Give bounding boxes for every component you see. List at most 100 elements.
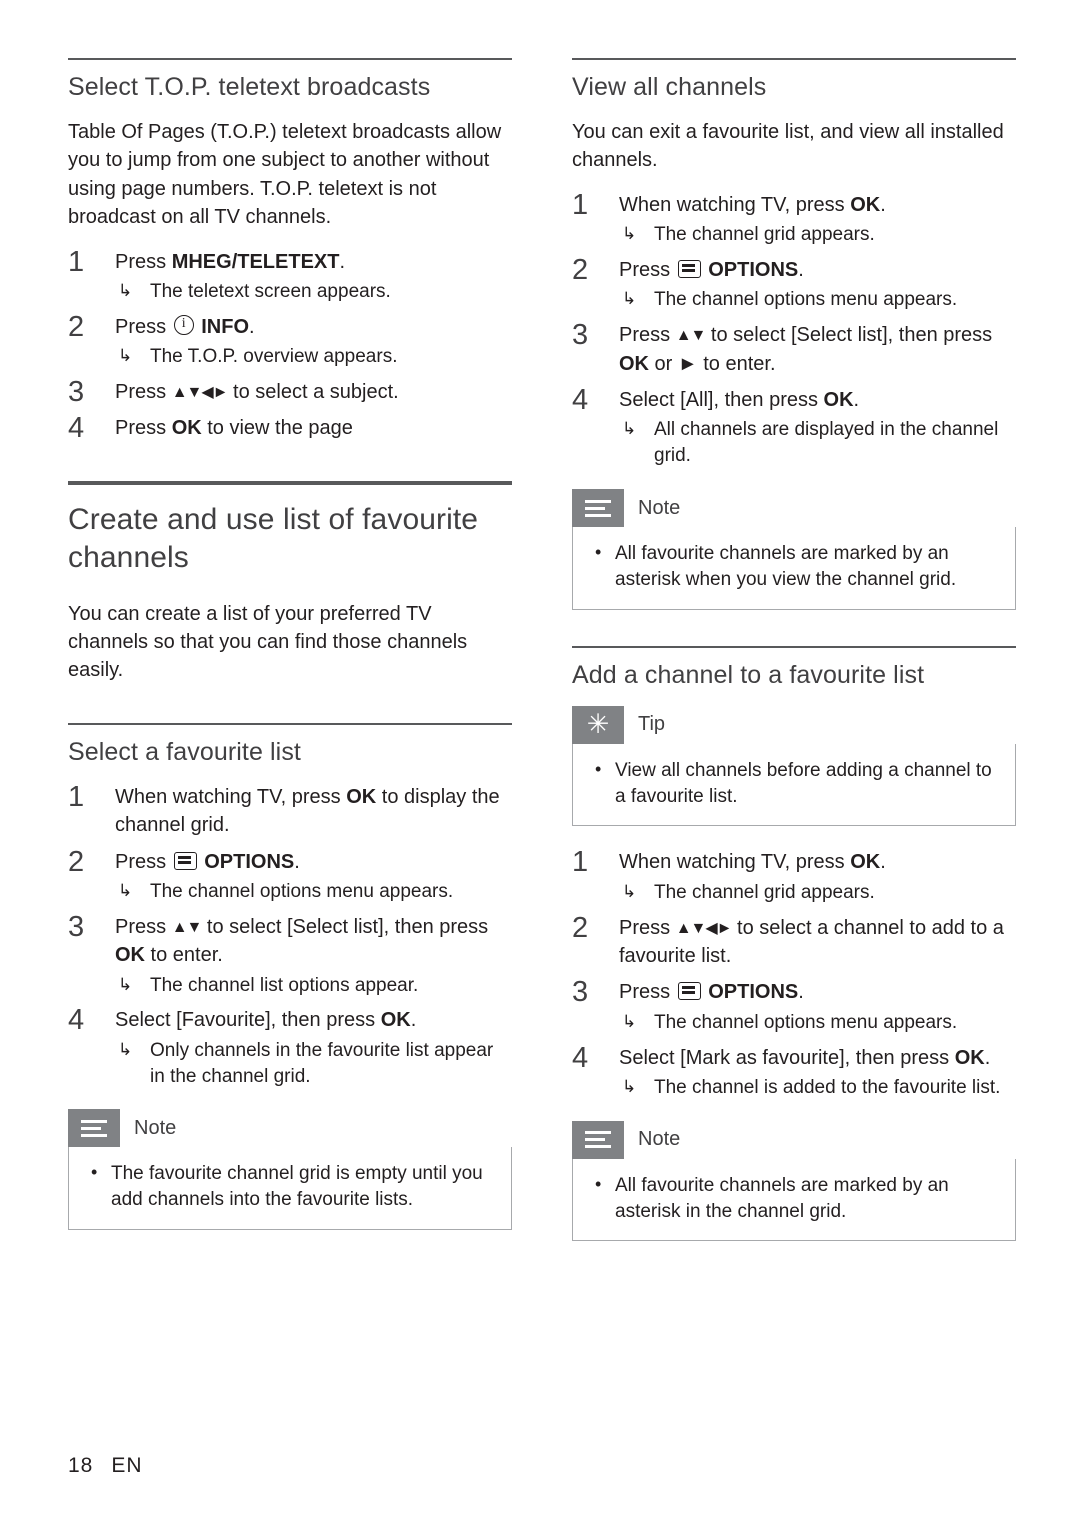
step-number: 3 (572, 976, 589, 1009)
result-arrow-icon: ↳ (622, 1076, 637, 1096)
step-item: 1 Press MHEG/TELETEXT. ↳ The teletext scr… (68, 246, 512, 305)
tip-label: Tip (638, 713, 666, 736)
step-text: Press OPTIONS. (115, 850, 300, 873)
note-body: The favourite channel grid is empty unti… (68, 1147, 512, 1231)
step-item: 2 Press OPTIONS. ↳ The channel options me… (572, 254, 1016, 313)
note-callout: Note All favourite channels are marked b… (572, 489, 1016, 610)
page-footer: 18 EN (68, 1454, 143, 1478)
step-number: 3 (572, 319, 589, 352)
step-number: 2 (68, 310, 85, 343)
result-arrow-icon: ↳ (622, 881, 637, 901)
step-number: 4 (572, 384, 589, 416)
result-text: The channel options menu appears. (654, 1011, 958, 1033)
step-text: Select [Mark as favourite], then press O… (619, 1046, 991, 1069)
step-item: 2 Press ▲▼◀► to select a channel to add … (572, 912, 1016, 971)
result-arrow-icon: ↳ (118, 1039, 133, 1059)
step-number: 4 (572, 1041, 589, 1074)
options-icon (173, 851, 197, 870)
chapter-title: Create and use list of favourite channel… (68, 502, 479, 575)
step-item: 4 Select [All], then press OK. ↳ All chan… (572, 384, 1016, 469)
step-text: When watching TV, press OK. (619, 193, 886, 216)
step-text: Press OK to view the page (115, 417, 353, 440)
note-item: The favourite channel grid is empty unti… (87, 1160, 493, 1213)
section-heading-view-all-channels: View all channels (572, 73, 767, 101)
steps-view-all-channels: 1 When watching TV, press OK. ↳ The chann… (572, 189, 1016, 469)
section-heading-select-favourite-list: Select a favourite list (68, 737, 301, 766)
step-text: Press INFO. (115, 314, 255, 338)
result-arrow-icon: ↳ (622, 224, 637, 244)
step-result: ↳ The channel is added to the favourite l… (619, 1075, 1016, 1101)
steps-add-channel: 1 When watching TV, press OK. ↳ The chann… (572, 846, 1016, 1101)
key-label: INFO (201, 315, 250, 338)
options-icon (677, 260, 701, 278)
step-result: ↳ All channels are displayed in the chann… (619, 417, 1016, 469)
note-caption: Note (572, 489, 1016, 528)
note-item: All favourite channels are marked by an … (591, 540, 997, 593)
chapter-rule (68, 480, 512, 485)
result-arrow-icon: ↳ (118, 974, 133, 994)
section-rule (68, 722, 512, 725)
tip-body: View all channels before adding a channe… (572, 743, 1016, 827)
step-result: ↳ The T.O.P. overview appears. (115, 344, 512, 370)
step-number: 1 (68, 780, 85, 813)
step-text: Press ▲▼◀► to select a channel to add to… (619, 916, 1004, 967)
step-text: Press OPTIONS. (619, 981, 804, 1004)
left-column: Select T.O.P. teletext broadcasts Table … (68, 58, 512, 1231)
result-text: The channel options menu appears. (654, 289, 958, 311)
step-item: 4 Select [Favourite], then press OK. ↳ On… (68, 1004, 512, 1090)
step-number: 2 (572, 911, 589, 944)
step-item: 1 When watching TV, press OK. ↳ The chann… (572, 846, 1016, 906)
steps-select-favourite-list: 1 When watching TV, press OK to display … (68, 781, 512, 1090)
step-item: 4 Select [Mark as favourite], then press… (572, 1042, 1016, 1101)
note-caption: Note (68, 1109, 512, 1148)
result-arrow-icon: ↳ (118, 880, 133, 900)
page-number: 18 (68, 1454, 94, 1477)
section-rule (572, 645, 1016, 648)
step-number: 2 (572, 254, 589, 286)
step-item: 3 Press ▲▼ to select [Select list], then… (68, 911, 512, 999)
tip-caption: ✳ Tip (572, 705, 1016, 744)
step-item: 2 Press OPTIONS. ↳ The channel options me… (68, 846, 512, 905)
result-arrow-icon: ↳ (118, 280, 133, 300)
step-text: Press ▲▼ to select [Select list], then p… (619, 324, 993, 375)
result-text: The channel options menu appears. (150, 880, 454, 902)
step-text: Press MHEG/TELETEXT. (115, 250, 346, 273)
step-result: ↳ The channel options menu appears. (619, 287, 1016, 313)
note-callout: Note All favourite channels are marked b… (572, 1120, 1016, 1242)
note-label: Note (134, 1116, 177, 1139)
section-rule (572, 58, 1016, 60)
step-text: Press ▲▼ to select [Select list], then p… (115, 915, 489, 967)
note-callout: Note The favourite channel grid is empty… (68, 1109, 512, 1231)
document-page: Select T.O.P. teletext broadcasts Table … (0, 0, 1080, 1526)
step-text: When watching TV, press OK. (619, 851, 886, 874)
result-text: The teletext screen appears. (150, 280, 391, 302)
result-text: The channel list options appear. (150, 974, 419, 996)
step-text: Select [All], then press OK. (619, 389, 860, 411)
note-caption: Note (572, 1120, 1016, 1159)
info-icon (173, 314, 194, 335)
step-result: ↳ Only channels in the favourite list app… (115, 1038, 512, 1090)
tip-callout: ✳ Tip View all channels before adding a … (572, 705, 1016, 827)
result-text: The T.O.P. overview appears. (150, 346, 398, 368)
tip-icon: ✳ (572, 705, 624, 744)
step-result: ↳ The channel grid appears. (619, 880, 1016, 906)
step-text: Press ▲▼◀► to select a subject. (115, 381, 399, 403)
result-arrow-icon: ↳ (118, 346, 133, 366)
section-heading-add-channel: Add a channel to a favourite list (572, 660, 925, 689)
note-icon (68, 1109, 120, 1148)
note-icon (572, 1120, 624, 1159)
up-down-arrows-icon: ▲▼ (675, 327, 707, 345)
step-item: 2 Press INFO. ↳ The T.O.P. overview appea… (68, 311, 512, 370)
section-paragraph-view-all-channels: You can exit a favourite list, and view … (572, 121, 1004, 172)
result-arrow-icon: ↳ (622, 419, 637, 439)
step-result: ↳ The teletext screen appears. (115, 279, 512, 305)
up-down-arrows-icon: ▲▼ (171, 918, 203, 936)
tip-item: View all channels before adding a channe… (591, 757, 997, 810)
section-paragraph-top-teletext: Table Of Pages (T.O.P.) teletext broadca… (68, 121, 502, 229)
step-item: 1 When watching TV, press OK to display … (68, 781, 512, 840)
right-column: View all channels You can exit a favouri… (572, 58, 1016, 1242)
section-rule (68, 58, 512, 60)
key-label: MHEG/TELETEXT (171, 250, 340, 273)
step-result: ↳ The channel grid appears. (619, 222, 1016, 248)
step-number: 1 (572, 188, 589, 221)
